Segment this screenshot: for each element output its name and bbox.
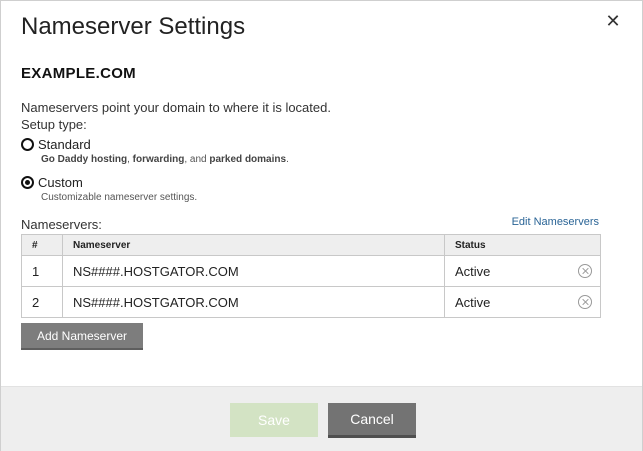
intro-text: Nameservers point your domain to where i… [21, 99, 331, 133]
dialog-footer: Save Cancel [1, 386, 642, 451]
row-number: 2 [21, 286, 63, 318]
desc-forwarding: forwarding [132, 154, 185, 165]
intro-description: Nameservers point your domain to where i… [21, 100, 331, 115]
desc-end: . [286, 154, 289, 165]
table-row: 1 NS####.HOSTGATOR.COM Active [21, 255, 601, 287]
desc-parked: parked domains [209, 154, 287, 165]
edit-nameservers-link[interactable]: Edit Nameservers [512, 216, 599, 228]
save-button[interactable]: Save [230, 403, 318, 437]
nameserver-value: NS####.HOSTGATOR.COM [62, 286, 445, 318]
status-cell: Active [444, 255, 601, 287]
column-header-number: # [21, 234, 63, 256]
remove-circle-icon[interactable] [578, 295, 592, 309]
table-row: 2 NS####.HOSTGATOR.COM Active [21, 286, 601, 318]
radio-standard-description: Go Daddy hosting, forwarding, and parked… [41, 154, 289, 165]
cancel-button[interactable]: Cancel [328, 403, 416, 438]
nameservers-label: Nameservers: [21, 217, 102, 232]
nameservers-table: # Nameserver Status 1 NS####.HOSTGATOR.C… [21, 234, 601, 318]
row-number: 1 [21, 255, 63, 287]
desc-hosting: Go Daddy hosting [41, 154, 128, 165]
radio-custom-label[interactable]: Custom [38, 175, 83, 190]
radio-standard-indicator[interactable] [21, 138, 34, 151]
desc-sep-2: , and [184, 154, 210, 165]
radio-custom-description: Customizable nameserver settings. [41, 192, 198, 203]
status-value: Active [455, 263, 491, 279]
add-nameserver-button[interactable]: Add Nameserver [21, 323, 143, 350]
dialog-title: Nameserver Settings [21, 13, 246, 40]
radio-custom-indicator[interactable] [21, 176, 34, 189]
column-header-nameserver: Nameserver [62, 234, 445, 256]
remove-circle-icon[interactable] [578, 264, 592, 278]
radio-custom[interactable]: Custom [21, 175, 83, 190]
close-icon[interactable]: ✕ [604, 12, 622, 30]
nameserver-settings-dialog: Nameserver Settings ✕ EXAMPLE.COM Namese… [0, 0, 643, 451]
table-header-row: # Nameserver Status [21, 234, 601, 256]
radio-standard-label[interactable]: Standard [38, 137, 91, 152]
radio-standard[interactable]: Standard [21, 137, 91, 152]
status-cell: Active [444, 286, 601, 318]
column-header-status: Status [444, 234, 601, 256]
status-value: Active [455, 294, 491, 310]
setup-type-label: Setup type: [21, 117, 87, 132]
domain-name: EXAMPLE.COM [21, 65, 136, 82]
nameserver-value: NS####.HOSTGATOR.COM [62, 255, 445, 287]
